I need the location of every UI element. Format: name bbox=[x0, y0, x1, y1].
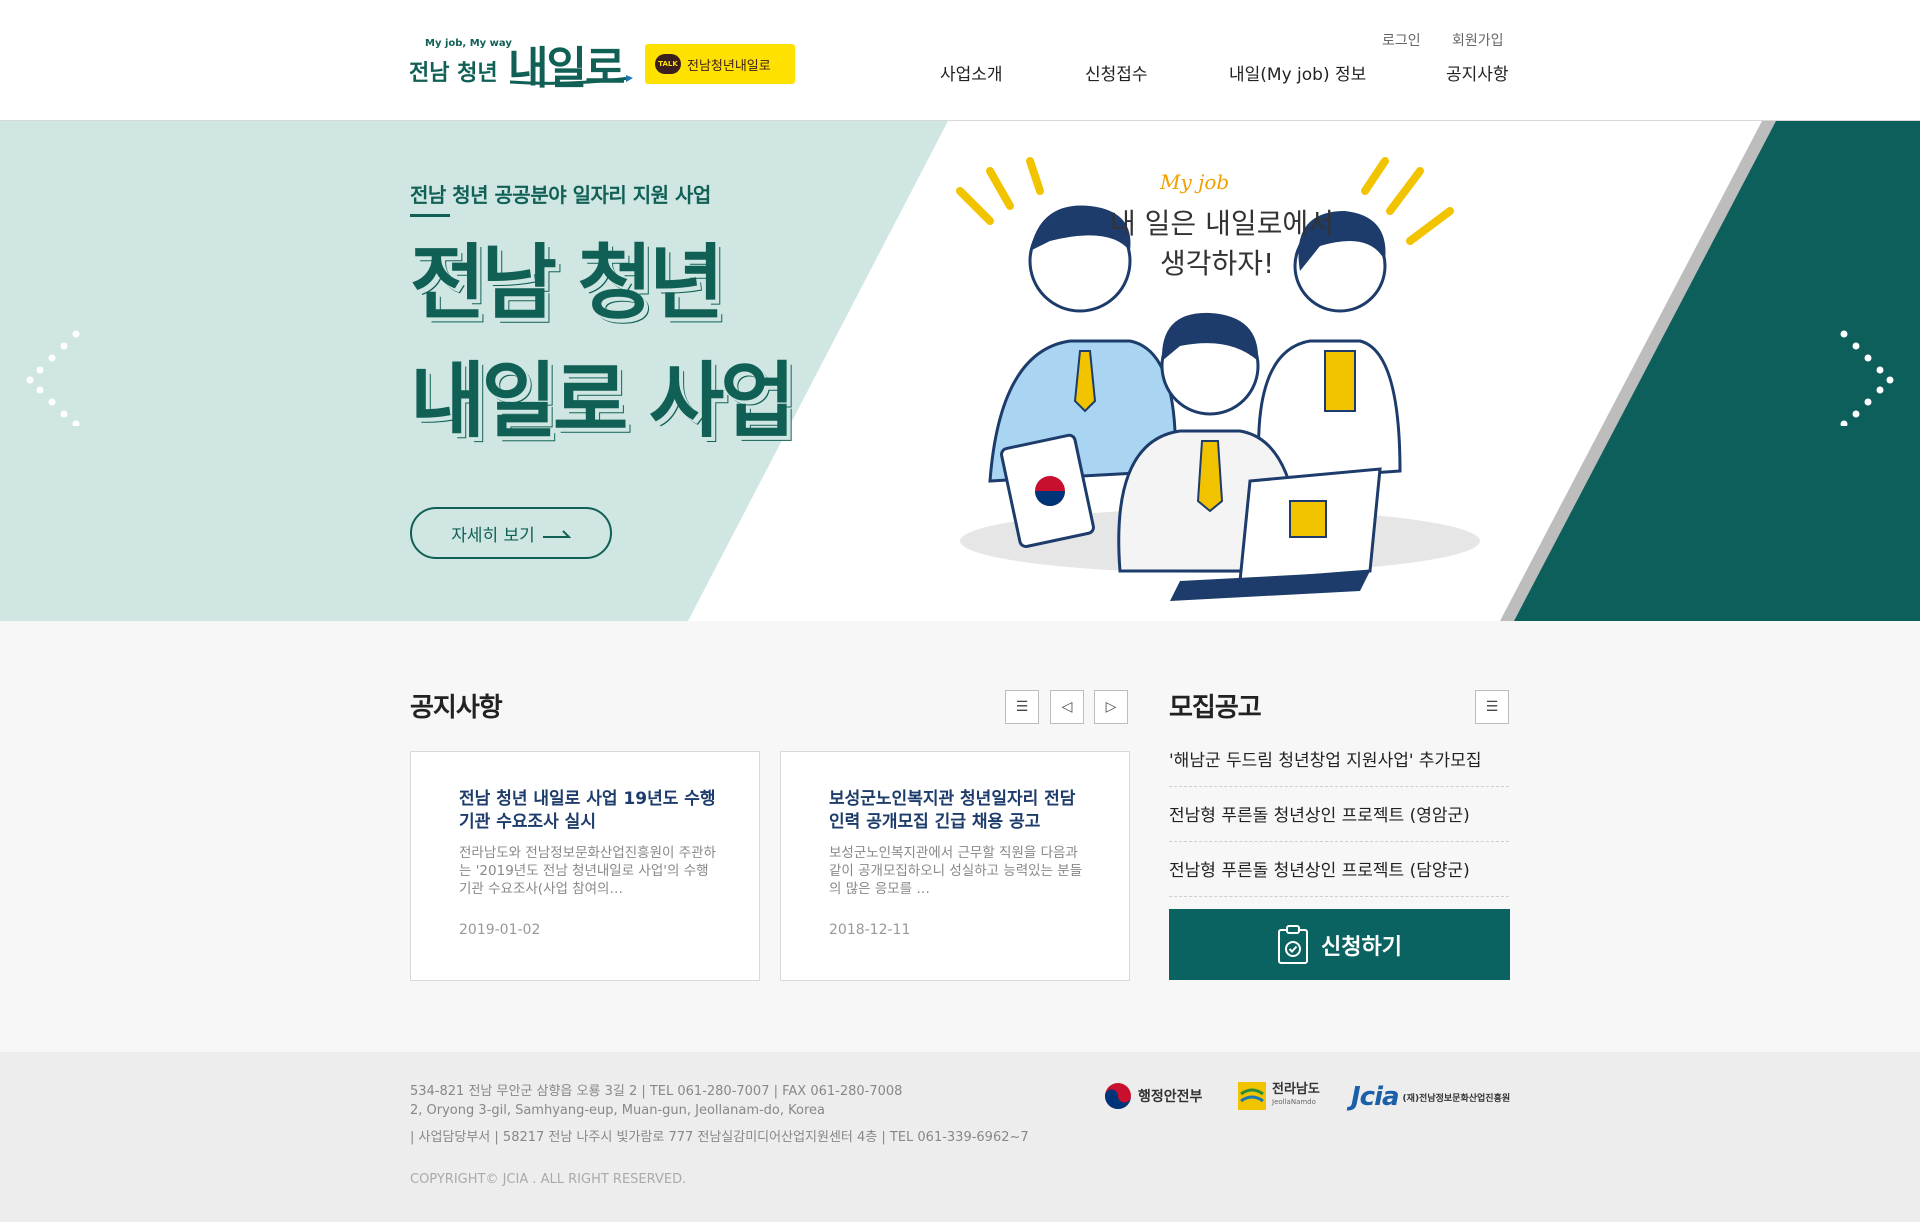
nav-item-apply[interactable]: 신청접수 bbox=[1085, 60, 1148, 85]
recruit-list-item[interactable]: 전남형 푸른돌 청년상인 프로젝트 (담양군) bbox=[1169, 841, 1509, 897]
site-footer: 534-821 전남 무안군 삼향읍 오룡 3길 2 | TEL 061-280… bbox=[0, 1052, 1920, 1222]
nav-item-notice[interactable]: 공지사항 bbox=[1446, 60, 1509, 85]
notice-title: 공지사항 bbox=[410, 693, 503, 723]
logo-brand[interactable]: 내일로 bbox=[508, 32, 625, 96]
jeonnam-emblem-icon bbox=[1238, 1082, 1266, 1110]
footer-copyright: COPYRIGHT© JCIA . ALL RIGHT RESERVED. bbox=[410, 1172, 687, 1187]
notice-prev-button[interactable]: ◁ bbox=[1050, 690, 1084, 724]
slide-next-icon[interactable] bbox=[1836, 326, 1896, 426]
mois-logo[interactable]: 행정안전부 bbox=[1104, 1082, 1202, 1110]
notice-card-title: 보성군노인복지관 청년일자리 전담인력 공개모집 긴급 채용 공고 bbox=[829, 789, 1076, 832]
illustration-caption-line1: 내 일은 내일로에서 bbox=[1110, 207, 1334, 240]
apply-button[interactable]: 신청하기 bbox=[1169, 909, 1510, 980]
notice-card[interactable]: 보성군노인복지관 청년일자리 전담인력 공개모집 긴급 채용 공고 보성군노인복… bbox=[780, 751, 1130, 981]
illustration-caption-en: My job bbox=[1159, 170, 1229, 194]
footer-address-en: 2, Oryong 3-gil, Samhyang-eup, Muan-gun,… bbox=[410, 1103, 826, 1118]
recruit-list-item[interactable]: '해남군 두드림 청년창업 지원사업' 추가모집 bbox=[1169, 731, 1509, 787]
hero-illustration: My job 내 일은 내일로에서 생각하자! bbox=[956, 157, 1480, 601]
taegeuk-icon bbox=[1105, 1083, 1131, 1109]
hero-title-line2: 내일로 사업 bbox=[410, 354, 796, 449]
nav-item-about[interactable]: 사업소개 bbox=[940, 60, 1003, 85]
illustration-caption-line2: 생각하자! bbox=[1160, 247, 1274, 280]
hero-detail-label: 자세히 보기 bbox=[451, 525, 535, 546]
notice-card-date: 2018-12-11 bbox=[829, 922, 911, 938]
hero-divider bbox=[410, 214, 450, 217]
notice-card[interactable]: 전남 청년 내일로 사업 19년도 수행기관 수요조사 실시 전라남도와 전남정… bbox=[410, 751, 760, 981]
signup-link[interactable]: 회원가입 bbox=[1452, 30, 1504, 50]
chevron-left-icon: ◁ bbox=[1061, 699, 1073, 715]
hero-detail-button[interactable]: 자세히 보기 bbox=[410, 507, 612, 559]
list-icon: ☰ bbox=[1485, 699, 1499, 715]
apply-button-label: 신청하기 bbox=[1321, 934, 1402, 960]
hero-title-line1: 전남 청년 bbox=[410, 236, 724, 331]
clipboard-check-icon bbox=[1278, 924, 1309, 964]
content-section: 공지사항 ☰ ◁ ▷ 전남 청년 내일로 사업 19년도 수행기관 수요조사 실… bbox=[0, 621, 1920, 1052]
notice-card-date: 2019-01-02 bbox=[459, 922, 541, 938]
mois-logo-label: 행정안전부 bbox=[1138, 1089, 1203, 1105]
site-header: My job, My way 전남 청년 내일로 TALK 전남청년내일로 로그… bbox=[0, 0, 1920, 121]
notice-next-button[interactable]: ▷ bbox=[1094, 690, 1128, 724]
kakao-channel-label: 전남청년내일로 bbox=[687, 58, 771, 74]
nav-item-myjob-info[interactable]: 내일(My job) 정보 bbox=[1229, 60, 1366, 85]
notice-list-button[interactable]: ☰ bbox=[1005, 690, 1039, 724]
slide-prev-icon[interactable] bbox=[24, 326, 84, 426]
footer-address-kr: 534-821 전남 무안군 삼향읍 오룡 3길 2 | TEL 061-280… bbox=[410, 1084, 903, 1099]
notice-card-title: 전남 청년 내일로 사업 19년도 수행기관 수요조사 실시 bbox=[459, 789, 716, 832]
login-link[interactable]: 로그인 bbox=[1382, 30, 1421, 50]
list-icon: ☰ bbox=[1015, 699, 1029, 715]
jcia-logo[interactable]: Jcia (재)전남정보문화산업진흥원 bbox=[1351, 1082, 1510, 1112]
recruit-list-button[interactable]: ☰ bbox=[1475, 690, 1509, 724]
notice-card-excerpt: 보성군노인복지관에서 근무할 직원을 다음과 같이 공개모집하오니 성실하고 능… bbox=[829, 845, 1083, 897]
hero-subtitle: 전남 청년 공공분야 일자리 지원 사업 bbox=[410, 183, 711, 207]
jeonnam-logo-label: 전라남도 bbox=[1272, 1082, 1320, 1097]
logo-region[interactable]: 전남 청년 bbox=[409, 55, 498, 87]
kakao-channel-button[interactable]: TALK 전남청년내일로 bbox=[645, 44, 795, 84]
chevron-right-icon: ▷ bbox=[1105, 699, 1117, 715]
hero-banner: 전남 청년 공공분야 일자리 지원 사업 전남 청년 내일로 사업 자세히 보기 bbox=[0, 121, 1920, 621]
footer-department: | 사업담당부서 | 58217 전남 나주시 빛가람로 777 전남실감미디어… bbox=[410, 1130, 1029, 1145]
logo-tagline: My job, My way bbox=[425, 38, 512, 49]
jcia-logo-mark: Jcia bbox=[1351, 1082, 1400, 1112]
logo-swoosh-icon bbox=[509, 75, 633, 85]
recruit-title: 모집공고 bbox=[1169, 693, 1262, 723]
notice-card-excerpt: 전라남도와 전남정보문화산업진흥원이 주관하는 '2019년도 전남 청년내일로… bbox=[459, 845, 716, 897]
recruit-list-item[interactable]: 전남형 푸른돌 청년상인 프로젝트 (영암군) bbox=[1169, 786, 1509, 842]
jcia-logo-label: (재)전남정보문화산업진흥원 bbox=[1402, 1093, 1511, 1104]
kakao-talk-icon: TALK bbox=[655, 54, 681, 74]
jeonnam-logo-en: JeollaNamdo bbox=[1272, 1098, 1316, 1106]
arrow-right-icon bbox=[542, 530, 571, 538]
jeonnam-logo[interactable]: 전라남도 JeollaNamdo bbox=[1238, 1082, 1320, 1110]
